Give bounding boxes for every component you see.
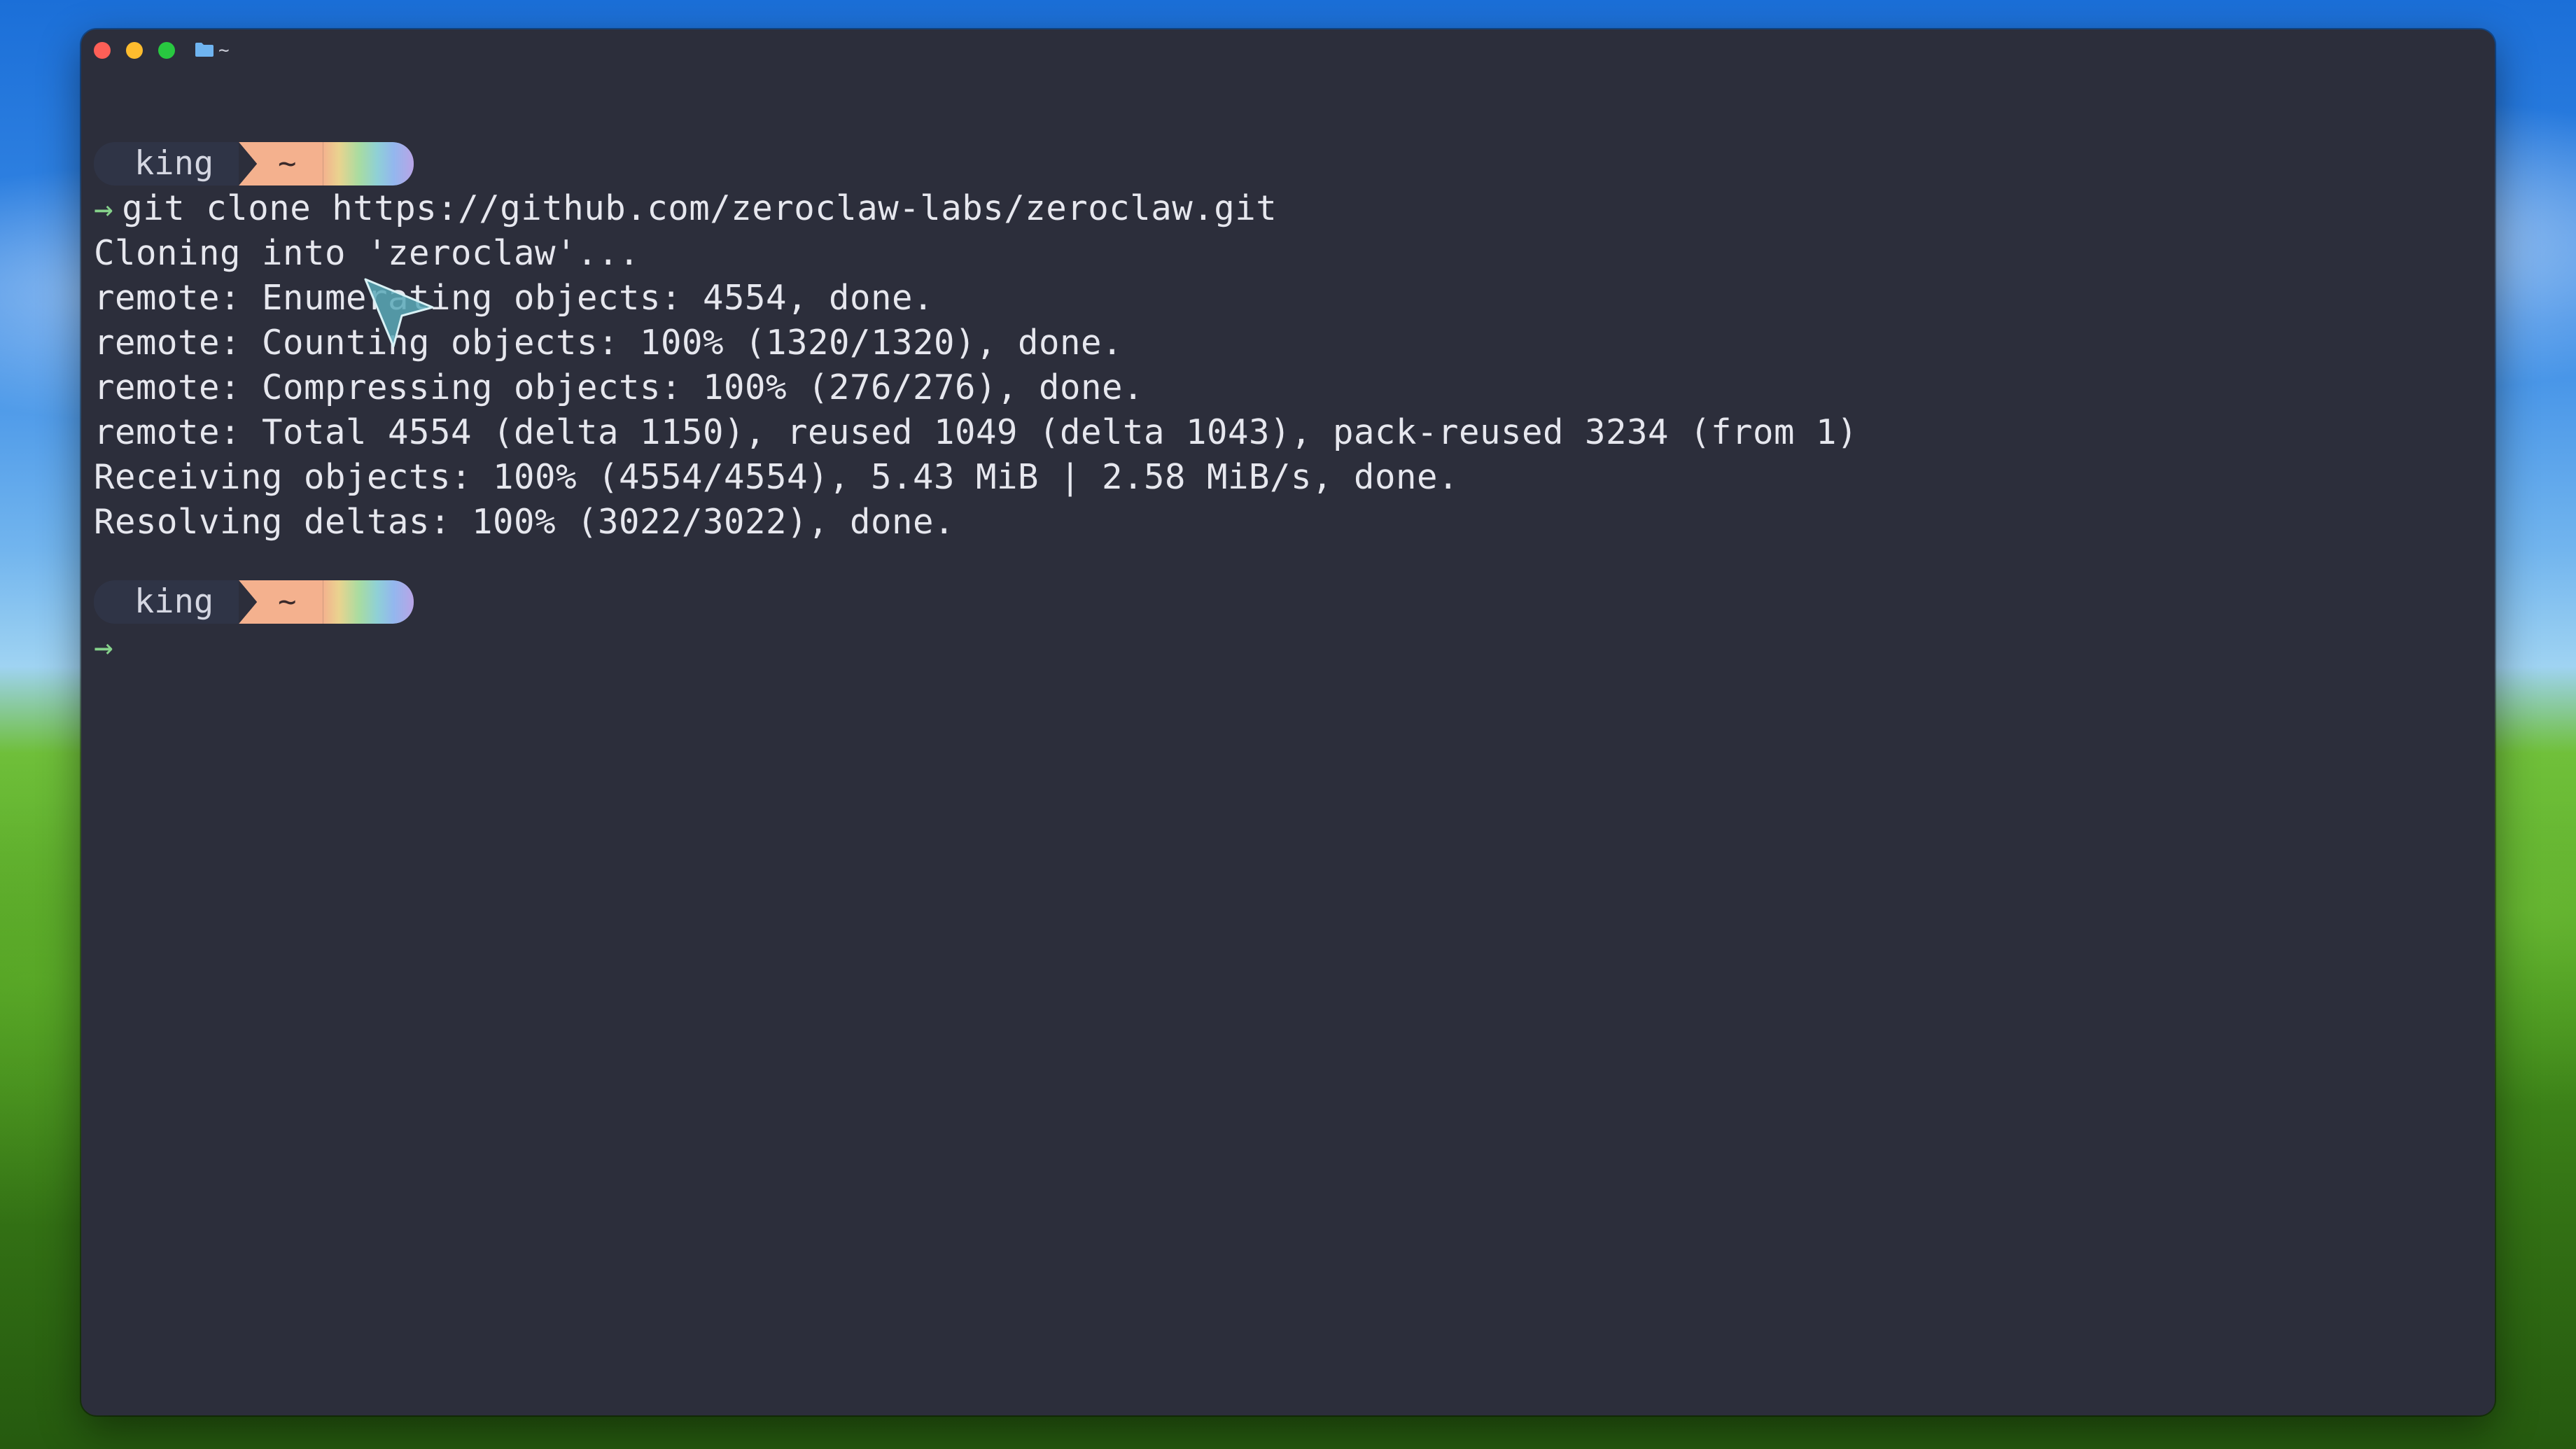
command-text: git clone https://github.com/zeroclaw-la… — [122, 188, 1278, 228]
output-line: remote: Compressing objects: 100% (276/2… — [94, 368, 1144, 407]
prompt-segment: king ~ — [94, 141, 2481, 186]
active-command-line[interactable]: → — [94, 624, 2481, 669]
prompt-user: king — [94, 142, 239, 186]
prompt-segment: king ~ — [94, 580, 2481, 624]
command-line: → git clone https://github.com/zeroclaw-l… — [94, 186, 2481, 231]
prompt-arrow-icon: → — [94, 190, 114, 227]
prompt-arrow-icon: → — [94, 628, 114, 666]
folder-icon — [195, 43, 214, 57]
output-line: Resolving deltas: 100% (3022/3022), done… — [94, 502, 955, 542]
output-line: remote: Counting objects: 100% (1320/132… — [94, 323, 1124, 363]
terminal-window[interactable]: ~ king ~ → git clone https://github.com/z… — [81, 29, 2495, 1415]
prompt-gradient-tail — [323, 142, 414, 186]
output-line: remote: Total 4554 (delta 1150), reused … — [94, 412, 1858, 452]
title-bar[interactable]: ~ — [81, 29, 2495, 73]
prompt-user: king — [94, 580, 239, 624]
prompt-path: ~ — [239, 142, 323, 186]
output-line: Cloning into 'zeroclaw'... — [94, 233, 640, 273]
output-line: remote: Enumerating objects: 4554, done. — [94, 278, 934, 318]
close-button[interactable] — [94, 42, 111, 59]
prompt-path-segment: ~ — [239, 142, 414, 186]
prompt-gradient-tail — [323, 580, 414, 624]
window-title: ~ — [218, 40, 230, 61]
maximize-button[interactable] — [158, 42, 175, 59]
prompt-path: ~ — [239, 580, 323, 624]
terminal-output-area[interactable]: king ~ → git clone https://github.com/zer… — [94, 141, 2481, 669]
output-line: Receiving objects: 100% (4554/4554), 5.4… — [94, 457, 1460, 497]
minimize-button[interactable] — [126, 42, 143, 59]
prompt-path-segment: ~ — [239, 580, 414, 624]
